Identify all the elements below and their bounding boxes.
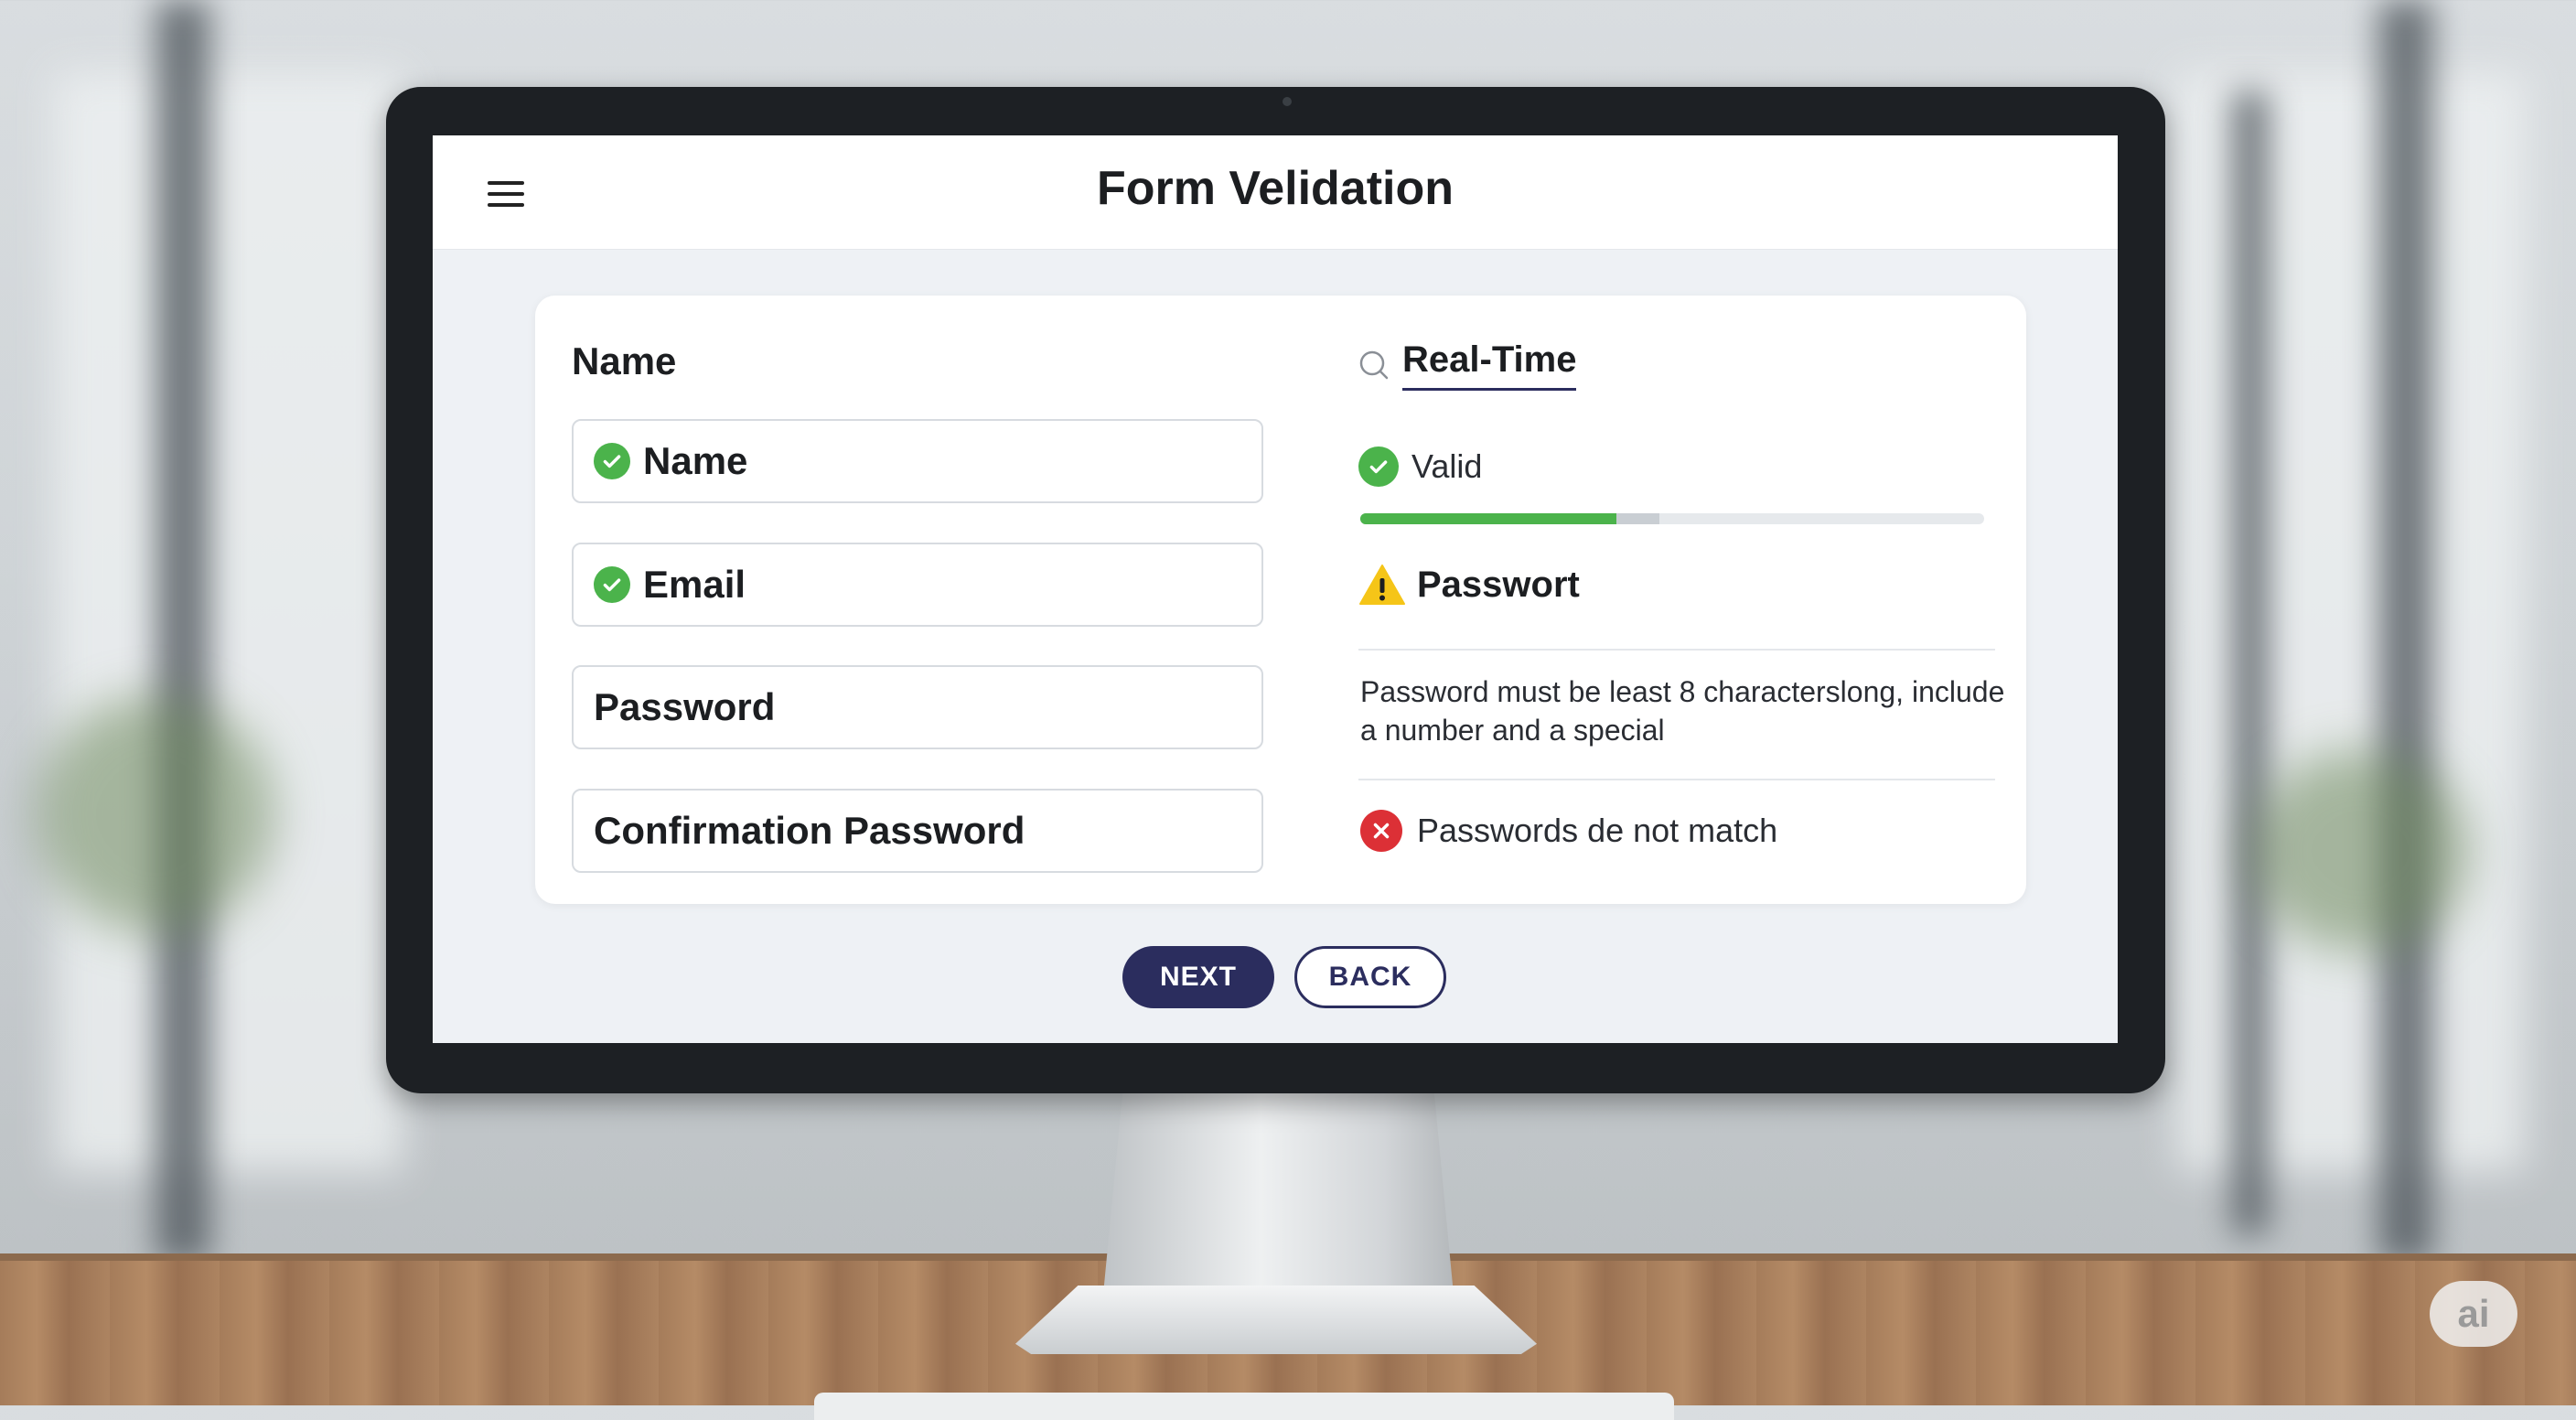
password-hint-line2: a number and a special xyxy=(1360,714,1665,747)
background-window-left xyxy=(55,73,402,1171)
password-field[interactable]: Password xyxy=(572,665,1263,749)
realtime-toggle[interactable]: Real-Time xyxy=(1358,339,1577,391)
x-circle-icon xyxy=(1360,810,1402,852)
strength-progress-bar xyxy=(1360,513,1984,524)
back-button[interactable]: BACK xyxy=(1294,946,1446,1008)
email-field[interactable]: Email xyxy=(572,543,1263,627)
error-text: Passwords de not match xyxy=(1417,812,1778,849)
confirm-password-field-label: Confirmation Password xyxy=(594,809,1025,852)
background-pillar xyxy=(2232,91,2269,1235)
page-title: Form Velidation xyxy=(1096,162,1454,215)
password-field-label: Password xyxy=(594,685,776,728)
password-hint: Password must be least 8 characterslong,… xyxy=(1360,672,2019,749)
check-circle-icon xyxy=(594,566,630,603)
form-card: Name Name Email Password Confirmation Pa… xyxy=(535,296,2026,904)
password-hint-line1: Password must be least 8 characterslong,… xyxy=(1360,675,2005,708)
password-warning: Passwort xyxy=(1358,563,1580,607)
divider xyxy=(1358,649,1995,651)
webcam xyxy=(1283,97,1292,106)
monitor-stand-neck xyxy=(1102,1084,1454,1304)
warning-label: Passwort xyxy=(1417,564,1580,605)
check-circle-icon xyxy=(594,443,630,479)
section-label: Name xyxy=(572,339,677,382)
name-field-label: Name xyxy=(643,439,748,482)
valid-status: Valid xyxy=(1358,446,1482,487)
screen: Form Velidation Name Name Email Password… xyxy=(433,135,2118,1043)
background-pillar xyxy=(156,0,210,1263)
password-match-error: Passwords de not match xyxy=(1360,810,1777,852)
email-field-label: Email xyxy=(643,563,746,606)
name-field[interactable]: Name xyxy=(572,419,1263,503)
next-button[interactable]: NEXT xyxy=(1122,946,1274,1008)
confirm-password-field[interactable]: Confirmation Password xyxy=(572,789,1263,873)
strength-progress-fill xyxy=(1360,513,1616,524)
realtime-label: Real-Time xyxy=(1402,339,1577,391)
valid-text: Valid xyxy=(1411,447,1483,485)
check-circle-icon xyxy=(1358,446,1399,487)
background-plant xyxy=(2250,750,2470,952)
keyboard xyxy=(814,1393,1674,1420)
divider xyxy=(1358,779,1995,780)
app-header: Form Velidation xyxy=(433,135,2118,250)
ai-watermark: ai xyxy=(2430,1281,2517,1347)
monitor-stand-base xyxy=(1015,1286,1537,1354)
warning-triangle-icon xyxy=(1359,565,1405,605)
background-window-right xyxy=(2177,73,2525,1171)
background-plant xyxy=(37,695,274,933)
background-pillar xyxy=(2378,0,2433,1263)
search-icon xyxy=(1359,350,1389,380)
